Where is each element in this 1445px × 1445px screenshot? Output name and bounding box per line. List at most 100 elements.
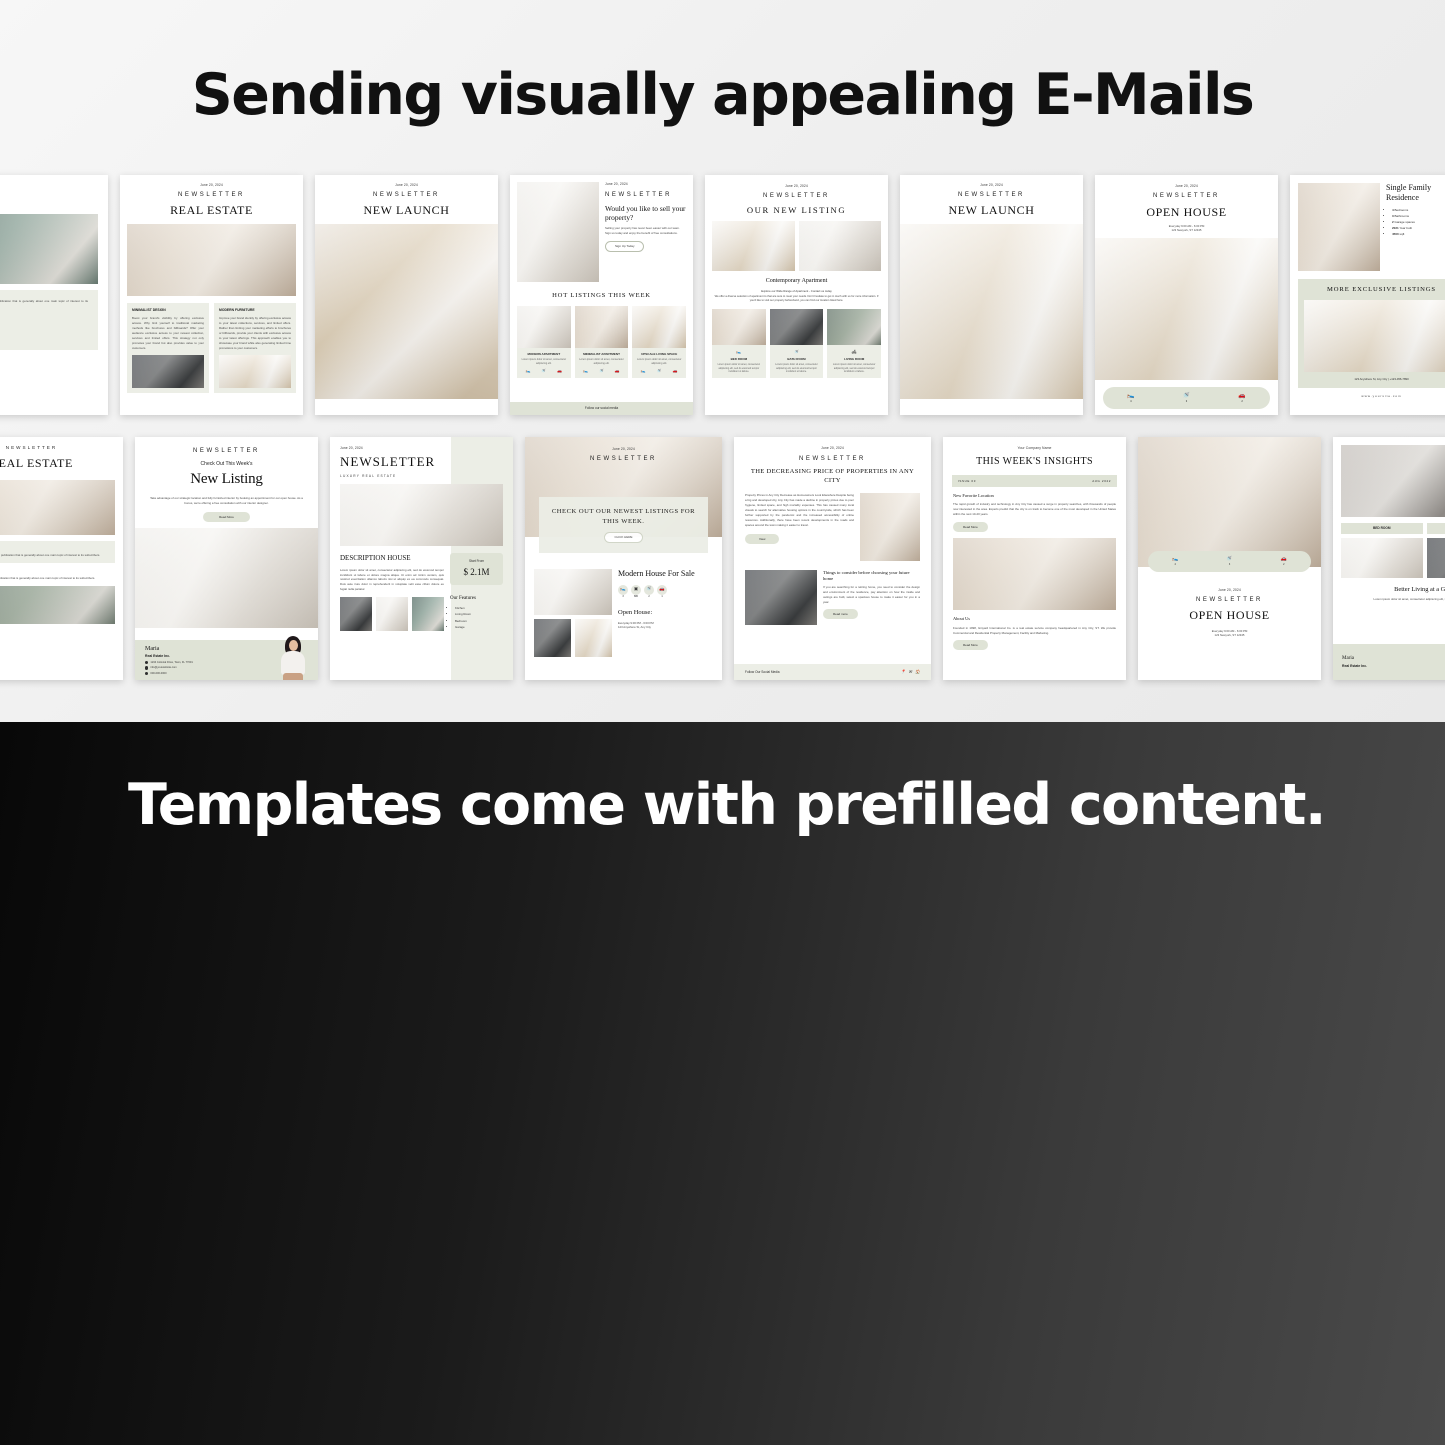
hero-photo	[900, 224, 1083, 400]
listing-name: MODERN APARTMENT	[527, 351, 561, 356]
template-card-description-house[interactable]: June 20, 2024 NEWSLETTER LUXURY REAL EST…	[330, 437, 513, 680]
bed-count: 4	[1174, 563, 1176, 567]
template-card-real-estate[interactable]: June 20, 2024 NEWSLETTER REAL ESTATE MIN…	[120, 175, 303, 415]
template-card-open-house-2[interactable]: 🛌 4 🚿 3 🚗 2 June 20, 2024 NEWSLETTER OPEN H…	[1138, 437, 1321, 680]
card-body: Take advantage of our strategic location…	[150, 495, 303, 505]
block-body: A newsletter is a regularly distributed …	[0, 576, 96, 581]
car-icon: 🚗	[1238, 392, 1246, 399]
website[interactable]: www.yoursite.com	[1290, 394, 1445, 398]
newsletter-eyebrow: NEWSLETTER	[589, 455, 657, 462]
area-icon: ▣	[631, 584, 641, 595]
pin-icon[interactable]: 📍	[901, 669, 906, 675]
contact-item[interactable]: info@yourwebsite.com	[145, 666, 278, 670]
gallery-photo	[376, 597, 408, 632]
template-card-new-launch-2[interactable]: June 20, 2024 NEWSLETTER NEW LAUNCH	[900, 175, 1083, 415]
section-title: About Us	[953, 616, 970, 622]
newsletter-eyebrow: NEWSLETTER	[372, 191, 440, 198]
card-title: OPEN HOUSE	[1189, 608, 1270, 623]
room-body: Lorem ipsum dolor sit amet, consectetur …	[775, 363, 818, 374]
room-name: BATH ROOM	[1430, 526, 1445, 531]
date-label: June 20, 2024	[1218, 587, 1241, 592]
hero-photo	[1138, 437, 1321, 567]
listing-body: Lorem ipsum dolor sit amet, consectetur …	[521, 357, 567, 365]
listing-body: Lorem ipsum dolor sit amet, consectetur …	[579, 357, 624, 365]
template-card-real-estate-partial[interactable]: NEWSLETTER REAL ESTATE Apartment A newsl…	[0, 437, 123, 680]
template-card-better-living[interactable]: BED ROOM BATH ROOM Better Living at a Go…	[1333, 437, 1445, 680]
date-label: June 20, 2024	[980, 183, 1003, 187]
bed-icon: 🛌	[618, 584, 628, 595]
block-heading: Apartment	[0, 546, 110, 551]
room-item[interactable]: BATH ROOM	[1426, 523, 1445, 534]
footer-social[interactable]: Follow our social media	[510, 402, 693, 415]
room-item[interactable]: BED ROOM	[1341, 523, 1423, 534]
signup-button[interactable]: Sign Up Today	[605, 241, 645, 253]
card-title: Better Living at a Good	[1394, 585, 1445, 593]
feature-block: MODERN FURNITURE Improve your brand iden…	[214, 303, 296, 393]
mail-icon	[145, 666, 149, 670]
room-item[interactable]: 🛌 BED ROOM Lorem ipsum dolor sit amet, c…	[712, 309, 766, 378]
sofa-icon: 🛋	[851, 349, 857, 354]
contact-item[interactable]: 000-000-0000	[145, 672, 278, 676]
bed-icon: 🛌	[640, 368, 646, 374]
listing-item[interactable]: UPSCALE LIVING SPACE Lorem ipsum dolor s…	[632, 305, 687, 378]
template-card-sell-property[interactable]: June 20, 2024 NEWSLETTER Would you like …	[510, 175, 693, 415]
date-label: June 20, 2024	[200, 183, 223, 187]
address: 123 Anywhere St, Any City	[618, 624, 651, 629]
card-title: THIS WEEK'S INSIGHTS	[976, 455, 1093, 467]
card-title: OPEN HOUSE	[1146, 204, 1227, 219]
hero-photo	[1341, 445, 1445, 517]
card-title: NEWSLETTER	[340, 453, 436, 469]
car-icon: 🚗	[557, 368, 563, 374]
newsletter-eyebrow: NEWSLETTER	[1152, 192, 1220, 199]
template-card-weekly-insights[interactable]: Your Company Name THIS WEEK'S INSIGHTS I…	[943, 437, 1126, 680]
template-card-new-listing[interactable]: NEWSLETTER Check Out This Week's New Lis…	[135, 437, 318, 680]
read-more-button[interactable]: Read more	[823, 609, 858, 620]
view-button[interactable]: View	[745, 533, 780, 545]
hero-photo	[517, 182, 599, 282]
car-icon: 🚗	[1280, 556, 1287, 562]
click-here-button[interactable]: CLICK HERE	[604, 531, 643, 543]
newsletter-eyebrow: NEWSLETTER	[762, 192, 830, 199]
listing-item[interactable]: MODERN APARTMENT Lorem ipsum dolor sit a…	[517, 305, 571, 378]
listing-photo	[574, 305, 629, 348]
exclusive-title: MORE EXCLUSIVE LISTINGS	[1327, 286, 1436, 293]
listing-item[interactable]: MINIMALIST APARTMENT Lorem ipsum dolor s…	[574, 305, 629, 378]
read-more-button[interactable]: Read More	[953, 521, 988, 533]
template-card-single-family-residence[interactable]: Single Family Residence 4 Bedrooms 3 Bat…	[1290, 175, 1445, 415]
start-from-label: Start From	[468, 559, 485, 564]
bed-icon: 🛌	[525, 368, 531, 374]
feature-body: Improve your brand identity by offering …	[219, 315, 291, 350]
bed-count: 4	[1130, 400, 1132, 404]
newsletter-eyebrow: NEWSLETTER	[1195, 596, 1263, 603]
light-showcase-section: Sending visually appealing E-Mails MINIM…	[0, 0, 1445, 722]
read-more-button[interactable]: Read More	[203, 511, 250, 522]
features-title: Our Features	[450, 596, 476, 602]
body-text: A newsletter is a regularly distributed …	[0, 298, 88, 303]
room-name: BED ROOM	[1372, 526, 1391, 530]
read-more-button[interactable]: Read More	[953, 639, 988, 650]
agent-name: Maria	[1342, 656, 1354, 662]
date-label: June 20, 2024	[785, 184, 808, 188]
dark-headline: Templates come with prefilled content.	[128, 772, 1327, 838]
template-card-decreasing-price[interactable]: June 20, 2024 NEWSLETTER THE DECREASING …	[734, 437, 931, 680]
mail-icon[interactable]: ✉	[909, 669, 912, 675]
feature-block: MINIMALIST DESIGN Boost your brand's vis…	[127, 303, 209, 393]
contact-item[interactable]: 1234 Colonial Drive, Town, FL 77001	[145, 661, 278, 665]
card-title: REAL ESTATE	[0, 455, 73, 470]
bath-count: 2	[648, 594, 650, 598]
date-label: June 20, 2024	[1175, 184, 1198, 188]
template-card-our-new-listing[interactable]: June 20, 2024 NEWSLETTER OUR NEW LISTING…	[705, 175, 888, 415]
listing-photo	[517, 305, 571, 348]
home-icon[interactable]: 🏠	[915, 669, 920, 675]
template-card-new-launch[interactable]: June 20, 2024 NEWSLETTER NEW LAUNCH	[315, 175, 498, 415]
listing-body: Lorem ipsum dolor sit amet, consectetur …	[636, 357, 682, 365]
room-item[interactable]: 🛋 LIVING ROOM Lorem ipsum dolor sit amet…	[827, 309, 882, 378]
open-house-label: Open House:	[618, 609, 653, 617]
template-card-newest-listings[interactable]: June 20, 2024 NEWSLETTER CHECK OUT OUR N…	[525, 437, 722, 680]
room-body: Lorem ipsum dolor sit amet, consectetur …	[717, 363, 761, 374]
template-card-open-house[interactable]: June 20, 2024 NEWSLETTER OPEN HOUSE Ever…	[1095, 175, 1278, 415]
room-item[interactable]: 🚿 BATH ROOM Lorem ipsum dolor sit amet, …	[769, 309, 824, 378]
hero-photo	[1298, 183, 1380, 271]
template-card-minimalist-interior[interactable]: MINIMALIST Interior A newsletter is a re…	[0, 175, 108, 415]
bath-icon: 🚿	[1182, 392, 1191, 399]
